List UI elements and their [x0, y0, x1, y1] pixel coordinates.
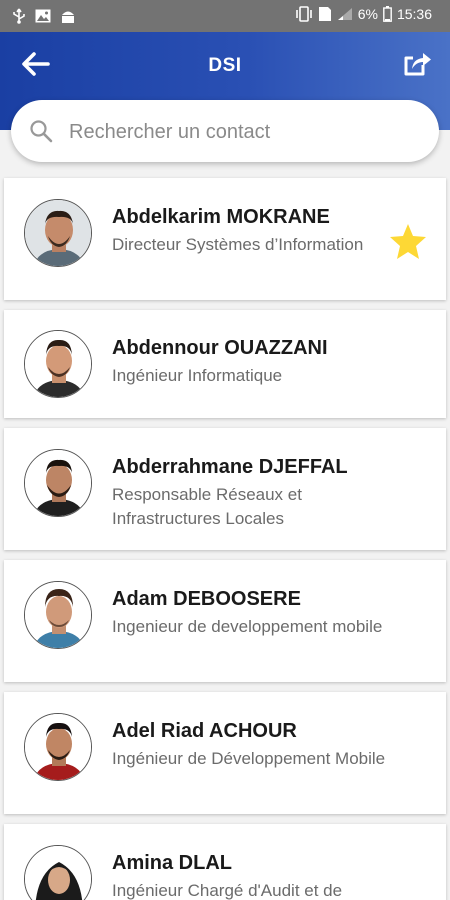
clock: 15:36: [396, 6, 432, 22]
sim-icon: [318, 6, 332, 22]
contact-name: Adel Riad ACHOUR: [112, 720, 297, 742]
signal-icon: [337, 7, 353, 21]
search-icon: [29, 119, 53, 143]
avatar: [24, 199, 92, 267]
contact-role: Ingénieur Informatique: [112, 366, 283, 385]
contact-card[interactable]: Adel Riad ACHOUR Ingénieur de Développem…: [4, 692, 446, 814]
contact-name: Amina DLAL: [112, 852, 232, 874]
favorite-star-icon[interactable]: [388, 222, 428, 262]
notification-icons: [12, 8, 76, 24]
contact-role: Responsable Réseaux et Infrastructures L…: [112, 485, 302, 528]
avatar: [24, 330, 92, 398]
contact-name: Abdelkarim MOKRANE: [112, 206, 330, 228]
avatar: [24, 581, 92, 649]
contact-role: Ingénieur de Développement Mobile: [112, 749, 386, 768]
contact-card[interactable]: Adam DEBOOSERE Ingenieur de developpemen…: [4, 560, 446, 682]
status-bar: 6% 15:36: [0, 0, 450, 32]
battery-icon: [383, 6, 392, 22]
search-input[interactable]: [69, 112, 419, 152]
contact-card[interactable]: Amina DLAL Ingénieur Chargé d'Audit et d…: [4, 824, 446, 900]
page-title: DSI: [208, 55, 242, 76]
contact-card[interactable]: Abdelkarim MOKRANE Directeur Systèmes d’…: [4, 178, 446, 300]
usb-icon: [12, 8, 26, 24]
battery-percent: 6%: [357, 6, 378, 22]
image-icon: [35, 9, 51, 23]
share-button[interactable]: [401, 48, 433, 80]
contact-card[interactable]: Abdennour OUAZZANI Ingénieur Informatiqu…: [4, 310, 446, 418]
avatar: [24, 449, 92, 517]
avatar: [24, 845, 92, 900]
contact-role: Directeur Systèmes d’Information: [112, 235, 364, 254]
system-status: 6% 15:36: [295, 6, 432, 22]
search-bar[interactable]: [11, 100, 439, 162]
contact-name: Abderrahmane DJEFFAL: [112, 456, 348, 478]
share-icon: [401, 53, 433, 84]
contact-role: Ingenieur de developpement mobile: [112, 617, 383, 636]
android-icon: [60, 9, 76, 23]
contact-name: Adam DEBOOSERE: [112, 588, 301, 610]
avatar: [24, 713, 92, 781]
contact-role: Ingénieur Chargé d'Audit et de: [112, 881, 343, 900]
contact-card[interactable]: Abderrahmane DJEFFAL Responsable Réseaux…: [4, 428, 446, 550]
contact-name: Abdennour OUAZZANI: [112, 337, 328, 359]
vibrate-icon: [295, 6, 313, 22]
